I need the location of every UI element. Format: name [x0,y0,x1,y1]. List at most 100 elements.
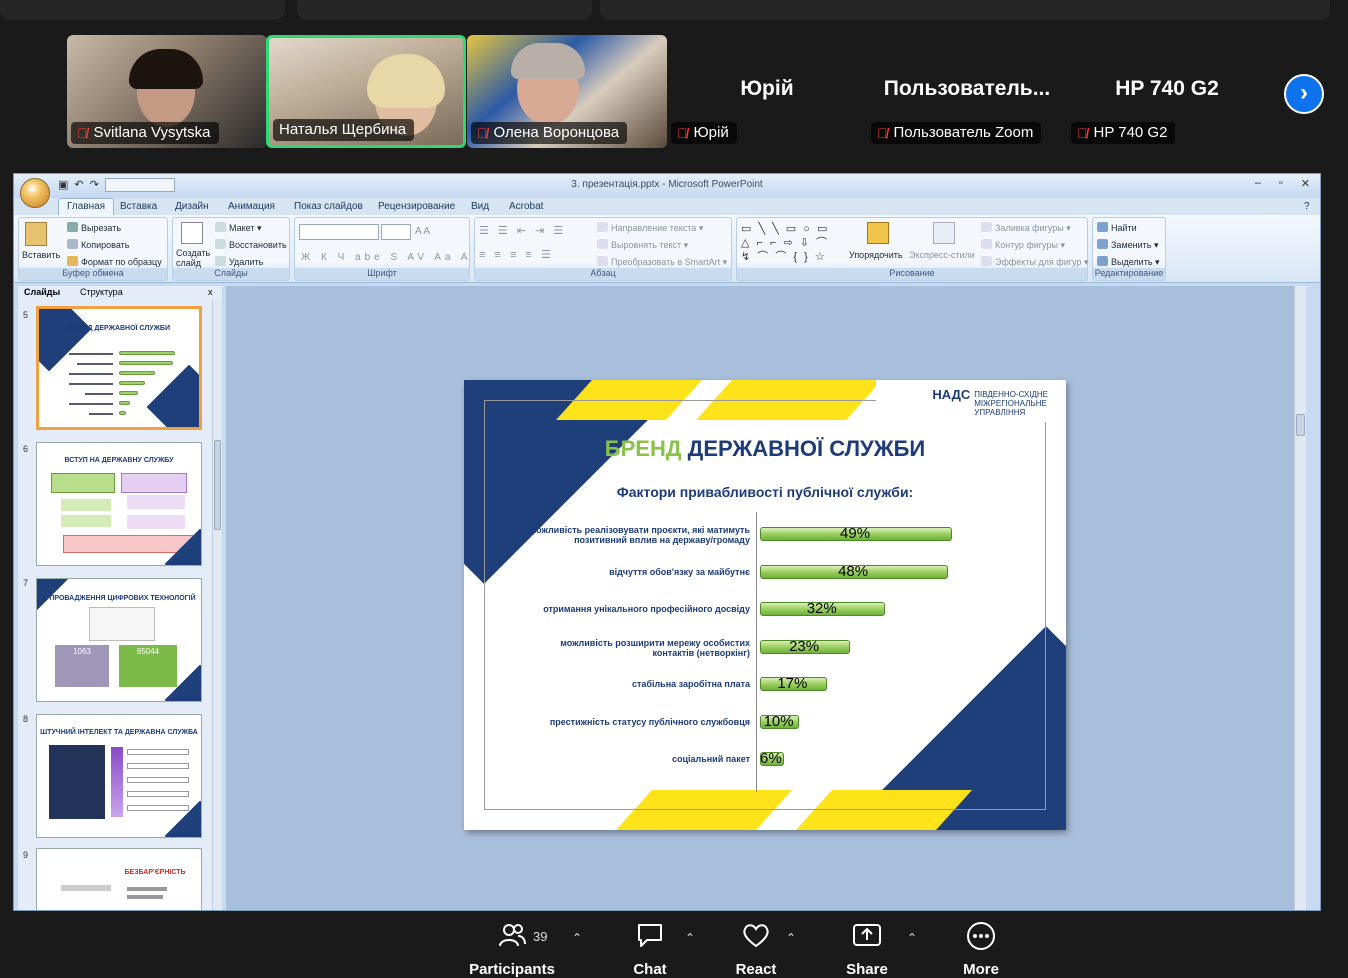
more-icon [967,922,995,950]
chart-title: Фактори привабливості публічної служби: [616,484,914,500]
slides-pane: Слайды Структура x 5 БРЕНД ДЕРЖАВНОЇ СЛУ… [18,286,222,910]
copy-icon [67,239,78,249]
paragraph-group: ☰ ☰ ⇤ ⇥ ☰ ≡ ≡ ≡ ≡ ☰ Направление текста ▾… [474,217,732,281]
video-tile[interactable]: Пользователь... 🎙̸ Пользователь Zoom [867,35,1067,148]
tab-home[interactable]: Главная [58,198,115,215]
help-icon[interactable]: ? [1304,201,1310,212]
video-tile[interactable]: Юрій 🎙̸ Юрій [667,35,867,148]
new-slide-icon[interactable] [181,222,203,244]
shapes-gallery[interactable]: ▭ ╲ ╲ ▭ ○ ▭ △ ⌐ ⌐ ⇨ ⇩ ⌒ ↯ ⌒ ⌒ { } ☆ [741,222,841,264]
video-tile[interactable]: 🎙̸ Олена Воронцова [467,35,667,148]
close-icon[interactable]: ✕ [1301,177,1310,190]
share-button[interactable]: Share [846,921,888,978]
slide-thumbnail[interactable]: ВСТУП НА ДЕРЖАВНУ СЛУЖБУ [36,442,202,566]
maximize-icon[interactable]: ▫ [1279,177,1283,190]
format-painter-button[interactable]: Формат по образцу [67,256,162,267]
layout-button[interactable]: Макет ▾ [215,222,262,234]
tab-design[interactable]: Дизайн [175,201,209,212]
arrange-button[interactable]: Упорядочить [849,250,903,260]
mic-muted-icon: 🎙̸ [1077,125,1088,141]
align-icons[interactable]: ≡ ≡ ≡ ≡ ☰ [479,248,554,261]
office-button[interactable] [20,178,50,208]
quick-styles-button[interactable]: Экспресс-стили [909,250,975,260]
minimize-icon[interactable]: – [1255,177,1261,190]
tab-acrobat[interactable]: Acrobat [509,201,543,212]
top-bar [0,0,1348,22]
bar-value-label: 6% [760,750,782,767]
participant-nameplate: 🎙̸ HP 740 G2 [1071,122,1176,144]
replace-icon [1097,239,1108,249]
current-slide[interactable]: НАДС ПІВДЕННО-СХІДНЕ МІЖРЕГІОНАЛЬНЕ УПРА… [464,380,1066,830]
more-button[interactable]: More [963,921,999,978]
slide-thumbnail[interactable]: БЕЗБАР'ЄРНІСТЬ [36,848,202,910]
participant-nameplate: Наталья Щербина [273,119,415,141]
window-tab[interactable] [600,0,1330,20]
shape-outline-button[interactable]: Контур фигуры ▾ [981,239,1065,251]
meeting-toolbar: Participants 39 ⌃ Chat ⌃ React ⌃ Share ⌃… [0,911,1348,978]
next-page-button[interactable]: › [1284,74,1324,114]
chevron-right-icon: › [1300,79,1308,106]
window-tab[interactable] [0,0,285,20]
text-direction-button[interactable]: Направление текста ▾ [597,222,703,234]
font-name-select[interactable] [299,224,379,240]
tab-view[interactable]: Вид [471,201,489,212]
copy-button[interactable]: Копировать [67,239,129,250]
select-icon [1097,256,1108,266]
video-tile[interactable]: 🎙̸ Svitlana Vysytska [67,35,267,148]
cut-button[interactable]: Вырезать [67,222,121,233]
select-button[interactable]: Выделить ▾ [1097,256,1160,268]
tab-insert[interactable]: Вставка [120,201,157,212]
canvas-scrollbar[interactable] [1294,286,1306,910]
font-size-select[interactable] [381,224,411,240]
paste-icon[interactable] [25,222,47,246]
react-button[interactable]: React [736,921,776,978]
share-caret[interactable]: ⌃ [907,931,917,945]
chat-caret[interactable]: ⌃ [685,931,695,945]
align-text-button[interactable]: Выровнять текст ▾ [597,239,688,251]
tab-outline[interactable]: Структура [80,287,123,297]
slide-canvas: НАДС ПІВДЕННО-СХІДНЕ МІЖРЕГІОНАЛЬНЕ УПРА… [226,286,1306,910]
list-icons[interactable]: ☰ ☰ ⇤ ⇥ ☰ [479,224,566,237]
replace-button[interactable]: Заменить ▾ [1097,239,1158,251]
close-pane-icon[interactable]: x [208,287,213,297]
window-tab[interactable] [297,0,592,20]
participant-nameplate: 🎙̸ Пользователь Zoom [871,122,1042,144]
find-button[interactable]: Найти [1097,222,1137,233]
tab-review[interactable]: Рецензирование [378,201,455,212]
video-tile[interactable]: HP 740 G2 🎙̸ HP 740 G2 [1067,35,1267,148]
smartart-button[interactable]: Преобразовать в SmartArt ▾ [597,256,727,268]
video-tile-active-speaker[interactable]: Наталья Щербина [266,35,466,148]
slide-thumbnail[interactable]: ШТУЧНИЙ ІНТЕЛЕКТ ТА ДЕРЖАВНА СЛУЖБА [36,714,202,838]
font-group: A A Ж К Ч abe S AV Aa A Шрифт [294,217,470,281]
slides-group: Создать слайд Макет ▾ Восстановить Удали… [172,217,290,281]
category-label: можливість розширити мережу особистих ко… [560,637,750,658]
bar-value-label: 10% [763,712,794,730]
window-title: 3. презентація.pptx - Microsoft PowerPoi… [571,179,763,190]
participant-nameplate: 🎙̸ Svitlana Vysytska [71,122,219,144]
shape-fill-button[interactable]: Заливка фигуры ▾ [981,222,1071,234]
participants-icon [499,924,526,947]
bar-value-label: 48% [838,562,869,580]
shape-effects-button[interactable]: Эффекты для фигур ▾ [981,256,1088,268]
chat-button[interactable]: Chat [633,921,667,978]
tab-slideshow[interactable]: Показ слайдов [294,201,363,212]
slide-thumbnail[interactable]: В ПРОВАДЖЕННЯ ЦИФРОВИХ ТЕХНОЛОГІЙ 1063 8… [36,578,202,702]
drawing-group: ▭ ╲ ╲ ▭ ○ ▭ △ ⌐ ⌐ ⇨ ⇩ ⌒ ↯ ⌒ ⌒ { } ☆ Упор… [736,217,1088,281]
slide-thumbnail[interactable]: БРЕНД ДЕРЖАВНОЇ СЛУЖБИ [36,306,202,430]
font-format-icons[interactable]: Ж К Ч abe S AV Aa A [301,252,471,263]
participants-button[interactable]: Participants [469,921,555,978]
font-grow-icon[interactable]: A A [415,226,430,237]
tab-slides[interactable]: Слайды [24,287,60,297]
new-slide-button[interactable]: Создать слайд [176,248,210,268]
participants-caret[interactable]: ⌃ [572,931,582,945]
react-caret[interactable]: ⌃ [786,931,796,945]
arrange-icon[interactable] [867,222,889,244]
title-bar: ▣ ↶ ↷ 3. презентація.pptx - Microsoft Po… [14,174,1320,198]
paste-button[interactable]: Вставить [22,250,60,260]
quick-styles-icon[interactable] [933,222,955,244]
delete-button[interactable]: Удалить [215,256,263,267]
slides-pane-scrollbar[interactable] [212,300,222,910]
bar-value-label: 49% [840,525,871,542]
reset-button[interactable]: Восстановить [215,239,287,250]
tab-animation[interactable]: Анимация [228,201,275,212]
